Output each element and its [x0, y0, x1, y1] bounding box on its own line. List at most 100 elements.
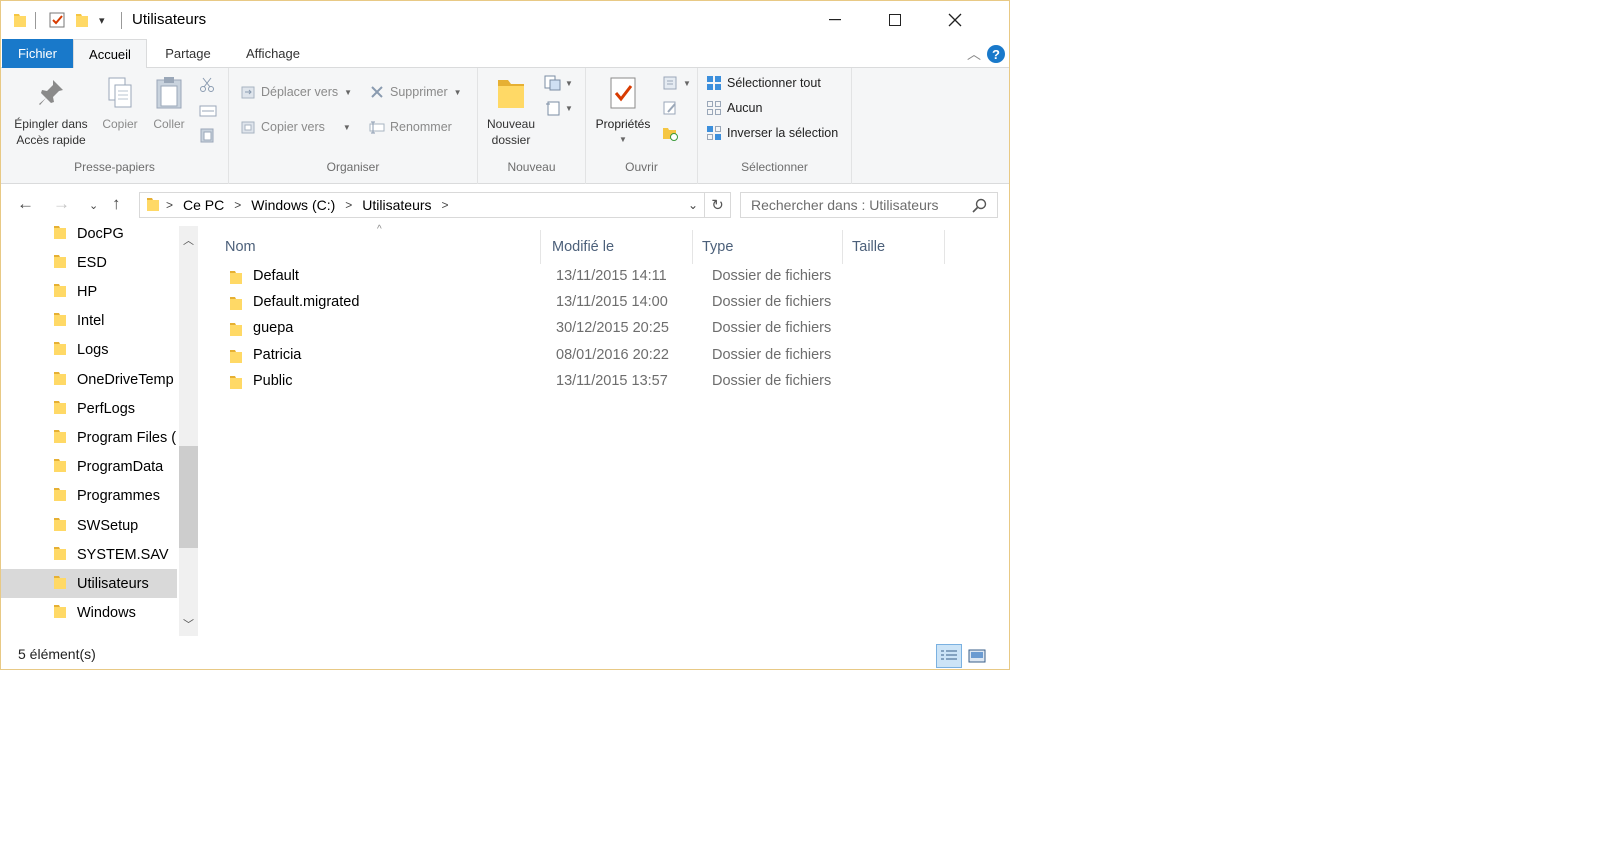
file-modified: 08/01/2016 20:22	[556, 346, 669, 363]
status-bar: 5 élément(s)	[1, 639, 1009, 669]
tab-affichage[interactable]: Affichage	[230, 39, 316, 68]
nav-item[interactable]: ProgramData	[1, 453, 177, 482]
properties-button[interactable]: Propriétés ▼	[590, 76, 656, 148]
refresh-icon[interactable]: ↻	[705, 192, 731, 218]
nav-item[interactable]: DocPG	[1, 226, 177, 248]
address-bar[interactable]: > Ce PC > Windows (C:) > Utilisateurs > …	[139, 192, 705, 218]
new-folder-button[interactable]: Nouveau dossier	[482, 76, 540, 148]
help-icon[interactable]: ?	[987, 45, 1005, 63]
easy-access-button[interactable]: ▼	[544, 97, 573, 119]
collapse-ribbon-icon[interactable]: ︿	[967, 44, 981, 64]
copy-to-button[interactable]: Copier vers ▼	[240, 116, 351, 138]
nav-item[interactable]: Logs	[1, 336, 177, 365]
nav-item[interactable]: OneDriveTemp	[1, 365, 177, 394]
nav-item[interactable]: Program Files (	[1, 423, 177, 452]
history-button[interactable]	[662, 122, 683, 144]
close-button[interactable]	[925, 1, 985, 39]
invert-selection-button[interactable]: Inverser la sélection	[706, 122, 838, 144]
nav-item[interactable]: Utilisateurs	[1, 569, 177, 599]
file-name: Default	[253, 268, 299, 284]
file-row[interactable]: Default 13/11/2015 14:11 Dossier de fichie…	[219, 264, 949, 290]
open-button[interactable]: ▼	[662, 72, 691, 94]
new-folder-icon	[495, 76, 527, 110]
edit-button[interactable]	[662, 97, 683, 119]
minimize-button[interactable]	[805, 1, 865, 39]
copy-button[interactable]: Copier	[95, 76, 145, 132]
tab-partage[interactable]: Partage	[148, 39, 228, 68]
nav-item[interactable]: SYSTEM.SAV	[1, 540, 177, 569]
search-placeholder: Rechercher dans : Utilisateurs	[751, 197, 939, 213]
scroll-down-icon[interactable]: ﹀	[183, 616, 194, 632]
paste-shortcut-icon[interactable]	[199, 124, 215, 146]
pin-quick-access-button[interactable]: Épingler dans Accès rapide	[7, 76, 95, 148]
breadcrumb-chevron-icon[interactable]: >	[442, 198, 449, 212]
nav-item[interactable]: HP	[1, 277, 177, 306]
breadcrumb-chevron-icon[interactable]: >	[234, 198, 241, 212]
large-icons-view-icon[interactable]	[964, 644, 990, 668]
scroll-up-icon[interactable]: ︿	[183, 232, 194, 248]
properties-dropdown-icon: ▼	[619, 135, 627, 144]
move-to-button[interactable]: Déplacer vers ▼	[240, 81, 352, 103]
tab-accueil[interactable]: Accueil	[73, 39, 147, 69]
up-arrow-icon[interactable]: ↑	[112, 194, 121, 214]
nav-item[interactable]: Windows	[1, 599, 177, 628]
select-none-label: Aucun	[727, 101, 763, 115]
copy-icon	[104, 76, 136, 110]
folder-icon	[53, 340, 67, 360]
nav-item-label: SWSetup	[77, 517, 139, 534]
nav-item[interactable]: ESD	[1, 248, 177, 277]
rename-button[interactable]: Renommer	[369, 116, 452, 138]
open-dropdown-icon: ▼	[683, 78, 691, 88]
breadcrumb-ce-pc[interactable]: Ce PC	[183, 197, 224, 213]
nav-item[interactable]: Programmes	[1, 482, 177, 511]
maximize-button[interactable]	[865, 1, 925, 39]
file-row[interactable]: guepa 30/12/2015 20:25 Dossier de fichiers	[219, 316, 949, 342]
column-header-modified[interactable]: Modifié le	[544, 230, 694, 264]
nav-pane-scrollbar[interactable]: ︿ ﹀	[179, 226, 198, 636]
organize-group-label: Organiser	[326, 160, 380, 174]
nav-item-label: Programmes	[77, 488, 160, 505]
forward-arrow-icon[interactable]: →	[53, 194, 70, 214]
copy-label: Copier	[102, 117, 138, 131]
column-header-size[interactable]: Taille	[844, 230, 944, 264]
folder-icon	[53, 486, 67, 506]
file-row[interactable]: Public 13/11/2015 13:57 Dossier de fichier…	[219, 369, 949, 395]
nav-item[interactable]: Intel	[1, 307, 177, 336]
search-icon[interactable]	[972, 198, 987, 216]
breadcrumb-utilisateurs[interactable]: Utilisateurs	[362, 197, 431, 213]
nav-item[interactable]: PerfLogs	[1, 394, 177, 423]
details-view-icon[interactable]	[936, 644, 962, 668]
address-folder-icon	[146, 196, 160, 215]
column-header-name[interactable]: Nom	[217, 230, 540, 264]
file-row[interactable]: Default.migrated 13/11/2015 14:00 Dossier …	[219, 290, 949, 316]
breadcrumb-windows-c[interactable]: Windows (C:)	[251, 197, 335, 213]
new-group: Nouveau dossier ▼ ▼ Nouveau	[478, 68, 586, 184]
back-arrow-icon[interactable]: ←	[17, 194, 34, 214]
folder-icon	[53, 457, 67, 477]
cut-icon[interactable]	[199, 74, 215, 96]
nav-item[interactable]: SWSetup	[1, 511, 177, 540]
recent-locations-chevron-icon[interactable]: ⌄	[89, 199, 98, 212]
folder-icon	[229, 374, 243, 394]
copy-to-dropdown-icon: ▼	[342, 122, 351, 132]
properties-quick-icon[interactable]	[49, 11, 65, 29]
breadcrumb-chevron-icon[interactable]: >	[345, 198, 352, 212]
tab-fichier[interactable]: Fichier	[2, 39, 73, 68]
new-folder-quick-icon[interactable]	[75, 11, 89, 29]
delete-icon	[369, 84, 385, 100]
clipboard-group: Épingler dans Accès rapide Copier Coller	[1, 68, 229, 184]
search-input[interactable]: Rechercher dans : Utilisateurs	[740, 192, 998, 218]
file-row[interactable]: Patricia 08/01/2016 20:22 Dossier de fichi…	[219, 343, 949, 369]
breadcrumb-chevron-icon[interactable]: >	[166, 198, 173, 212]
new-item-button[interactable]: ▼	[544, 72, 573, 94]
scrollbar-thumb[interactable]	[179, 446, 198, 548]
delete-button[interactable]: Supprimer ▼	[369, 81, 462, 103]
column-header-type[interactable]: Type	[694, 230, 844, 264]
window-title: Utilisateurs	[132, 11, 207, 28]
copy-path-icon[interactable]	[199, 100, 217, 122]
select-all-button[interactable]: Sélectionner tout	[706, 72, 821, 94]
customize-quick-access-icon[interactable]: ▾	[99, 11, 105, 29]
address-dropdown-icon[interactable]: ⌄	[688, 198, 698, 212]
paste-button[interactable]: Coller	[145, 76, 193, 132]
select-none-button[interactable]: Aucun	[706, 97, 762, 119]
